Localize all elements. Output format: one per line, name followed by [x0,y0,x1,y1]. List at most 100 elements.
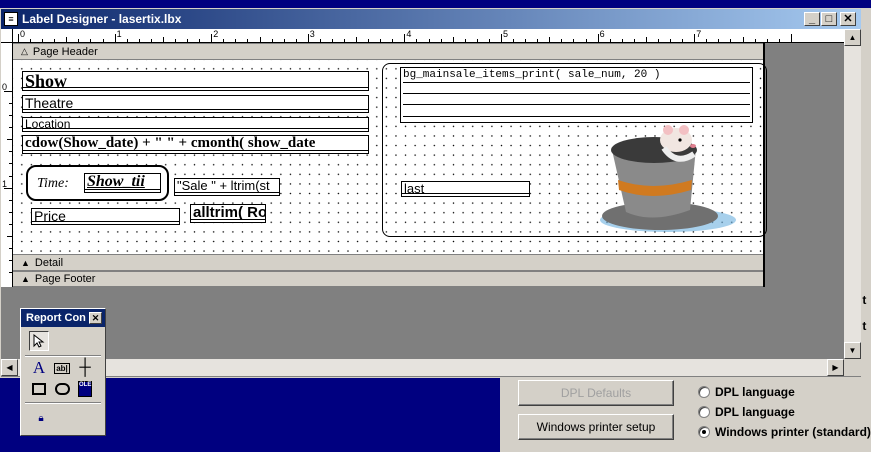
ruler-tick [368,39,370,42]
ruler-tick [271,39,273,42]
radio-button-icon[interactable] [698,406,710,418]
horizontal-scrollbar[interactable]: ◀ ▶ [1,359,844,376]
close-button[interactable]: ✕ [840,12,856,26]
ruler-tick [766,39,768,42]
ruler-tick [9,199,12,201]
ruler-number: 1 [2,178,8,189]
date-expression-field[interactable]: cdow(Show_date) + " " + cmonth( show_dat… [22,135,369,154]
scroll-left-icon[interactable]: ◀ [1,359,18,376]
ruler-tick [9,211,12,213]
field-tool-icon[interactable]: ab| [52,358,72,378]
price-label[interactable]: Price [31,208,180,225]
report-page[interactable]: △ Page Header Show Theatre Location cdow… [13,43,767,287]
ruler-tick [150,39,152,42]
ruler-tick [452,37,454,42]
ruler-tick [78,39,80,42]
ruler-tick [790,34,792,42]
page-footer-band[interactable]: ▲ Page Footer [13,271,763,287]
last-field[interactable]: last [401,181,530,197]
maximize-button[interactable]: □ [821,12,837,26]
ruler-number: 0 [20,29,26,39]
ruler-tick [9,272,12,274]
ruler-tick [416,39,418,42]
show-field[interactable]: Show [22,71,369,91]
ruler-number: 7 [696,29,702,39]
line-tool-icon[interactable]: ┼ [75,358,95,378]
ruler-number: 2 [213,29,219,39]
show-time-field[interactable]: Show_tii [84,173,161,193]
ruler-tick [609,39,611,42]
collapse-up-icon: △ [21,46,28,56]
ruler-tick [633,39,635,42]
ruler-tick [187,39,189,42]
mouse-in-hat-icon[interactable] [590,120,743,236]
price-expression-field[interactable]: alltrim( Ro [190,204,266,223]
minimize-button[interactable]: _ [804,12,820,26]
scroll-right-icon[interactable]: ▶ [827,359,844,376]
toolbox-title-bar[interactable]: Report Con ✕ [21,309,105,327]
ruler-tick [645,37,647,42]
ruler-number: 4 [406,29,412,39]
lock-icon[interactable]: 🔒︎ [31,408,51,428]
items-print-expression: bg_mainsale_items_print( sale_num, 20 ) [403,69,661,81]
radio-dpl-label: DPL language [715,405,795,419]
radio-selected-icon[interactable] [698,426,710,438]
ruler-number: 6 [599,29,605,39]
ruler-tick [537,39,539,42]
ruler-tick [7,235,12,237]
scroll-up-icon[interactable]: ▲ [844,29,861,46]
radio-partial[interactable]: DPL language [698,385,795,399]
ruler-tick [235,39,237,42]
ruler-tick [706,39,708,42]
sale-expression-field[interactable]: "Sale " + ltrim(st [174,178,280,196]
ruler-tick [488,39,490,42]
ruler-tick [585,39,587,42]
ruler-tick [513,39,515,42]
items-rule [403,104,750,105]
collapse-up-icon: ▲ [21,274,30,284]
vertical-scrollbar[interactable]: ▲ ▼ [844,29,861,359]
ruler-number: 5 [503,29,509,39]
close-icon[interactable]: ✕ [89,312,102,324]
ruler-tick [283,39,285,42]
ruler-tick [621,39,623,42]
ruler-tick [549,37,551,42]
ruler-tick [247,39,249,42]
picture-ole-tool-icon[interactable]: OLE [75,379,95,399]
items-print-field[interactable]: bg_mainsale_items_print( sale_num, 20 ) [400,67,753,123]
ruler-tick [307,34,309,42]
rectangle-tool-icon[interactable] [29,379,49,399]
size-grip[interactable] [844,359,861,376]
toolbox-separator [25,402,101,404]
time-rounded-box[interactable]: Time: Show_tii [26,165,169,201]
radio-windows-printer[interactable]: Windows printer (standard) [698,425,871,439]
location-field[interactable]: Location [22,117,369,132]
page-header-band[interactable]: △ Page Header [13,43,763,60]
radio-button-icon[interactable] [698,386,710,398]
pointer-icon[interactable] [29,331,49,351]
theatre-field[interactable]: Theatre [22,95,369,113]
radio-partial-label: DPL language [715,385,795,399]
ruler-tick [344,39,346,42]
ruler-tick [476,39,478,42]
windows-printer-setup-button[interactable]: Windows printer setup [518,414,674,440]
ruler-tick [428,39,430,42]
detail-band[interactable]: ▲ Detail [13,254,763,271]
ruler-tick [9,163,12,165]
title-bar[interactable]: ≡ Label Designer - lasertix.lbx _ □ ✕ [1,9,861,29]
band-grid[interactable]: Show Theatre Location cdow(Show_date) + … [13,60,767,254]
label-tool-icon[interactable]: A [29,358,49,378]
radio-dpl-language[interactable]: DPL language [698,405,795,419]
scroll-down-icon[interactable]: ▼ [844,342,861,359]
horizontal-ruler: 0 1 2 3 4 5 6 7 [13,29,844,43]
items-rule [403,116,750,117]
ruler-tick [9,115,12,117]
toolbox-title: Report Con [26,312,86,324]
design-surface[interactable]: 01234567 01 △ Page Header Show Theatre L… [1,29,844,359]
rounded-rect-tool-icon[interactable] [52,379,72,399]
ruler-tick [9,127,12,129]
ruler-tick [9,151,12,153]
ruler-tick [114,34,116,42]
dpl-defaults-button[interactable]: DPL Defaults [518,380,674,406]
ruler-tick [440,39,442,42]
